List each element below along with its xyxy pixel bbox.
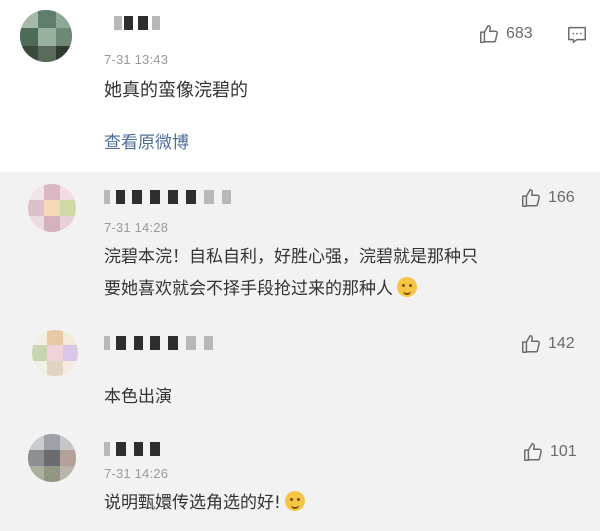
emoji-icon [284, 491, 305, 511]
reply-time: 7-31 14:28 [104, 220, 169, 235]
main-comment: 7-31 13:43 683 她真的蛮像浣碧的 查看原微博 [0, 0, 600, 172]
comment-bubble-icon[interactable] [566, 24, 588, 46]
emoji-icon [397, 277, 417, 297]
comment-text: 她真的蛮像浣碧的 [104, 80, 248, 101]
like-count: 142 [548, 335, 575, 352]
thumbs-up-icon [480, 25, 498, 43]
like-button[interactable]: 101 [522, 440, 577, 464]
username[interactable] [104, 440, 164, 458]
reply-text-content: 要她喜欢就会不择手段抢过来的那种人 [104, 279, 393, 299]
reply-text-line: 说明甄嬛传选角选的好! [104, 488, 305, 518]
thumbs-up-icon [522, 335, 540, 353]
like-button[interactable]: 166 [520, 186, 575, 210]
username[interactable] [104, 334, 224, 352]
like-button[interactable]: 683 [478, 22, 533, 46]
avatar[interactable] [28, 184, 76, 232]
like-count: 101 [550, 443, 577, 460]
like-button[interactable]: 142 [520, 332, 575, 356]
avatar[interactable] [32, 330, 78, 376]
thumbs-up-icon [522, 189, 540, 207]
avatar[interactable] [20, 10, 72, 62]
replies-section: 7-31 14:28 166 浣碧本浣！自私自利，好胜心强，浣碧就是那种只 要她… [0, 172, 600, 531]
username[interactable] [104, 188, 244, 206]
like-count: 683 [506, 25, 533, 42]
reply-text-content: 说明甄嬛传选角选的好! [104, 493, 281, 513]
reply-text-line: 浣碧本浣！自私自利，好胜心强，浣碧就是那种只 [104, 247, 478, 267]
reply-text-line: 要她喜欢就会不择手段抢过来的那种人 [104, 274, 417, 304]
like-count: 166 [548, 189, 575, 206]
avatar[interactable] [28, 434, 76, 482]
username[interactable] [114, 14, 174, 32]
reply-text: 本色出演 [104, 387, 172, 407]
thumbs-up-icon [524, 443, 542, 461]
reply-time: 7-31 14:26 [104, 466, 169, 481]
comment-time: 7-31 13:43 [104, 52, 169, 67]
view-original-link[interactable]: 查看原微博 [104, 128, 189, 153]
